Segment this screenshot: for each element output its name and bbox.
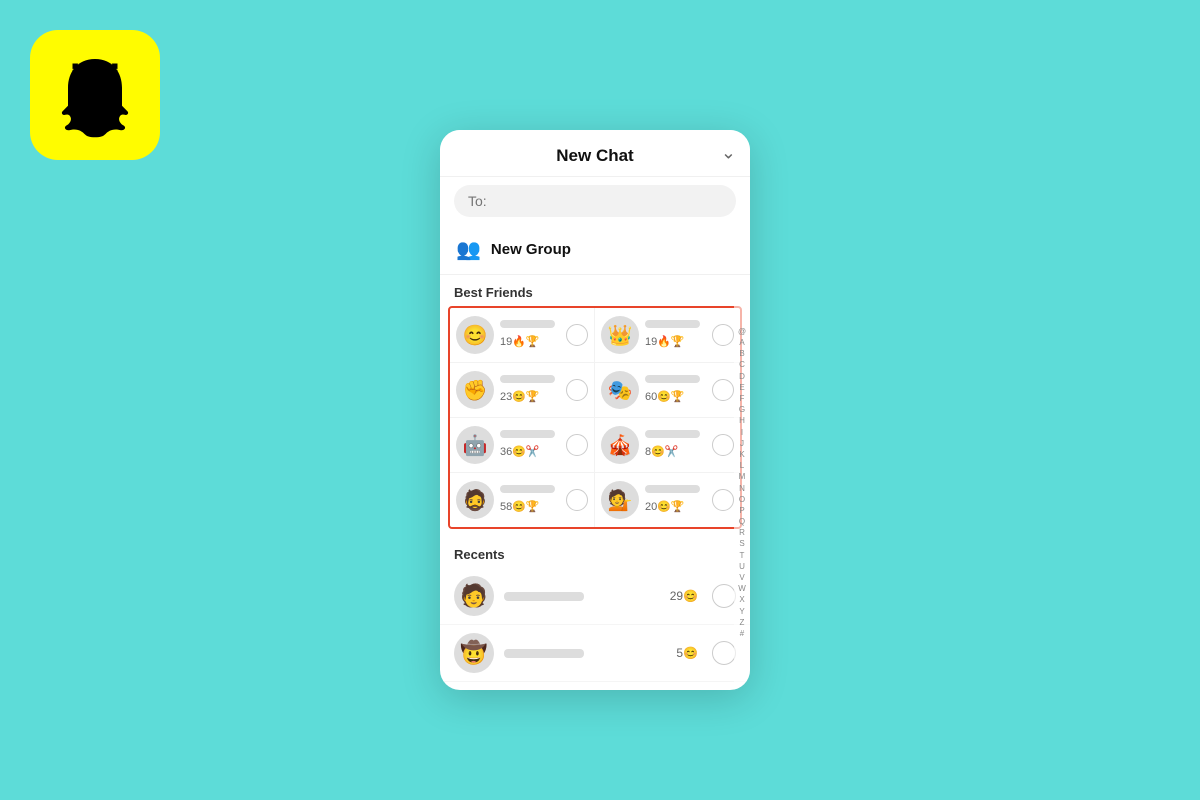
new-group-label: New Group	[491, 241, 571, 258]
alpha-o[interactable]: O	[739, 494, 745, 505]
alpha-b[interactable]: B	[739, 348, 744, 359]
recents-list: 🧑 29😊 🤠 5😊	[440, 568, 750, 690]
new-group-row[interactable]: 👥 New Group	[440, 225, 750, 275]
alpha-q[interactable]: Q	[739, 516, 745, 527]
alpha-f[interactable]: F	[740, 393, 745, 404]
close-icon[interactable]: ⌄	[721, 143, 736, 164]
friend-name-bar	[645, 320, 700, 328]
recent-score: 29😊	[670, 589, 698, 603]
alpha-m[interactable]: M	[739, 471, 746, 482]
alpha-p[interactable]: P	[739, 505, 744, 516]
friend-select-circle[interactable]	[712, 379, 734, 401]
list-item[interactable]: 🤖 36😊✂️	[450, 418, 595, 473]
friend-name-bar	[500, 485, 555, 493]
alpha-h[interactable]: H	[739, 415, 745, 426]
friend-score: 23😊🏆	[500, 391, 540, 403]
avatar: 🎭	[601, 371, 639, 409]
avatar: 🧔	[456, 481, 494, 519]
header-title: New Chat	[556, 146, 633, 166]
snapchat-logo	[30, 30, 160, 160]
alpha-d[interactable]: D	[739, 371, 745, 382]
list-item[interactable]: 🎭 60😊🏆	[595, 363, 740, 418]
phone-frame: New Chat ⌄ 👥 New Group Best Friends 😊 19…	[440, 130, 750, 690]
friend-select-circle[interactable]	[566, 489, 588, 511]
friend-select-circle[interactable]	[566, 434, 588, 456]
alpha-n[interactable]: N	[739, 483, 745, 494]
alpha-a[interactable]: A	[739, 337, 744, 348]
best-friends-grid: 😊 19🔥🏆 👑 19🔥🏆 ✊ 23😊🏆	[448, 306, 742, 529]
avatar: 🧑	[454, 576, 494, 616]
list-item[interactable]: 🤠 5😊	[440, 625, 750, 682]
alpha-at[interactable]: @	[738, 326, 746, 337]
new-group-icon: 👥	[456, 237, 481, 262]
friend-select-circle[interactable]	[566, 379, 588, 401]
header: New Chat ⌄	[440, 130, 750, 177]
alpha-w[interactable]: W	[738, 583, 746, 594]
friend-select-circle[interactable]	[566, 324, 588, 346]
alpha-r[interactable]: R	[739, 527, 745, 538]
friend-select-circle[interactable]	[712, 434, 734, 456]
alpha-y[interactable]: Y	[739, 606, 744, 617]
alpha-e[interactable]: E	[739, 382, 744, 393]
recents-label: Recents	[440, 537, 750, 568]
list-item[interactable]: 🧔 58😊🏆	[450, 473, 595, 527]
scroll-content[interactable]: Best Friends 😊 19🔥🏆 👑 19🔥🏆 ✊	[440, 275, 750, 690]
alpha-j[interactable]: J	[740, 438, 744, 449]
alpha-c[interactable]: C	[739, 359, 745, 370]
list-item[interactable]: 🎪 8😊✂️	[595, 418, 740, 473]
list-item[interactable]: ✊ 23😊🏆	[450, 363, 595, 418]
friend-name-bar	[645, 430, 700, 438]
friend-name-bar	[645, 375, 700, 383]
avatar: 💁	[601, 481, 639, 519]
friend-score: 60😊🏆	[645, 391, 685, 403]
alpha-t[interactable]: T	[740, 550, 745, 561]
alpha-g[interactable]: G	[739, 404, 745, 415]
friend-score: 36😊✂️	[500, 446, 540, 458]
friend-score: 20😊🏆	[645, 501, 685, 513]
alpha-u[interactable]: U	[739, 561, 745, 572]
alpha-l[interactable]: L	[740, 460, 744, 471]
avatar: 👑	[601, 316, 639, 354]
recent-select-circle[interactable]	[712, 641, 736, 665]
best-friends-label: Best Friends	[440, 275, 750, 306]
avatar: 🤖	[456, 426, 494, 464]
to-input-row	[440, 177, 750, 225]
alpha-z[interactable]: Z	[740, 617, 745, 628]
list-item[interactable]: 👑 19🔥🏆	[595, 308, 740, 363]
list-item[interactable]: 😶 Chat	[440, 682, 750, 690]
list-item[interactable]: 🧑 29😊	[440, 568, 750, 625]
to-input[interactable]	[454, 185, 736, 217]
alpha-s[interactable]: S	[739, 538, 744, 549]
recent-name-bar	[504, 592, 584, 601]
recent-name-bar	[504, 649, 584, 658]
recent-select-circle[interactable]	[712, 584, 736, 608]
alpha-k[interactable]: K	[739, 449, 744, 460]
friend-score: 19🔥🏆	[645, 336, 685, 348]
alpha-x[interactable]: X	[739, 594, 744, 605]
friend-name-bar	[500, 320, 555, 328]
avatar: ✊	[456, 371, 494, 409]
recent-score: 5😊	[676, 646, 698, 660]
avatar: 😊	[456, 316, 494, 354]
friend-name-bar	[500, 430, 555, 438]
alpha-index: @ A B C D E F G H I J K L M N O P Q R S …	[734, 275, 750, 690]
friend-score: 8😊✂️	[645, 446, 679, 458]
friend-select-circle[interactable]	[712, 489, 734, 511]
avatar: 🤠	[454, 633, 494, 673]
alpha-i[interactable]: I	[741, 427, 743, 438]
avatar: 🎪	[601, 426, 639, 464]
friend-select-circle[interactable]	[712, 324, 734, 346]
alpha-hash[interactable]: #	[740, 628, 744, 639]
friend-score: 58😊🏆	[500, 501, 540, 513]
friend-name-bar	[645, 485, 700, 493]
friend-name-bar	[500, 375, 555, 383]
list-item[interactable]: 💁 20😊🏆	[595, 473, 740, 527]
list-item[interactable]: 😊 19🔥🏆	[450, 308, 595, 363]
friend-score: 19🔥🏆	[500, 336, 540, 348]
alpha-v[interactable]: V	[739, 572, 744, 583]
